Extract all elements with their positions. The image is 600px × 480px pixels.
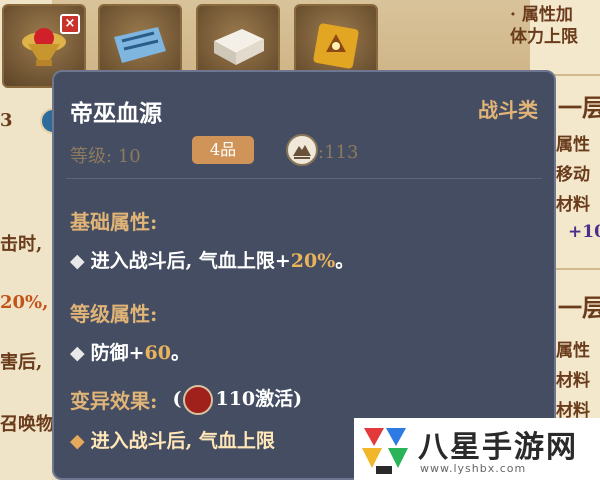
bg-left-text-1: 3 [0, 110, 13, 131]
diamond-bullet-icon: ◆ [70, 250, 85, 272]
mutation-line: ◆ 进入战斗后, 气血上限 [70, 426, 275, 453]
potential-value: :113 [318, 142, 359, 163]
basic-attribute-value: 20% [290, 250, 336, 272]
bg-left-text-2: 击时, [0, 234, 43, 255]
mutation-line-text: 进入战斗后, 气血上限 [90, 430, 275, 452]
basic-attribute-line: ◆ 进入战斗后, 气血上限+20%。 [70, 246, 354, 273]
item-name: 帝巫血源 [70, 100, 162, 127]
golden-tome-icon [313, 23, 359, 69]
diamond-bullet-icon: ◆ [70, 342, 85, 364]
level-attribute-end: 。 [171, 342, 191, 364]
mountain-icon [286, 134, 318, 166]
mutation-req-open: ( [172, 388, 182, 410]
watermark-url: www.lyshbx.com [420, 462, 527, 475]
blue-scroll-icon [114, 27, 166, 63]
item-category: 战斗类 [478, 98, 538, 122]
bg-left-text-4: 害后, [0, 352, 43, 373]
watermark-title: 八星手游网 [418, 430, 578, 465]
watermark-logo-icon [362, 428, 408, 474]
site-watermark: 八星手游网 www.lyshbx.com [354, 418, 600, 480]
bg-left-text-3: 20%, [0, 292, 49, 313]
mutation-title: 变异效果: [70, 389, 158, 413]
mutation-header: 变异效果: (110激活) [70, 384, 302, 415]
level-attributes-title: 等级属性: [70, 302, 158, 326]
basic-attributes-title: 基础属性: [70, 210, 158, 234]
flame-icon [183, 385, 214, 415]
tooltip-divider [66, 178, 542, 179]
mutation-req-text: 110激活) [215, 388, 303, 410]
bg-right-text-6: +10 [568, 222, 600, 242]
remove-item-button[interactable]: × [60, 14, 80, 34]
bg-left-text-5: 召唤物 [0, 414, 54, 435]
diamond-bullet-icon: ◆ [70, 430, 85, 452]
bg-right-text-4: 移动 [556, 165, 590, 185]
level-attribute-text: 防御+ [90, 342, 145, 364]
bg-right-text-3: 属性 [556, 135, 590, 155]
mutation-requirement: (110激活) [172, 384, 302, 415]
item-level: 等级: 10 [70, 146, 141, 167]
grade-badge: 4品 [192, 136, 254, 164]
bg-right-text-2: 体力上限 [510, 27, 578, 47]
basic-attribute-end: 。 [335, 250, 355, 272]
bg-right-text-5: 材料 [556, 195, 590, 215]
bg-right-text-7: 属性 [556, 341, 590, 361]
bg-right-heading-1: 一层 [558, 93, 600, 122]
level-attribute-value: 60 [144, 342, 171, 364]
level-attribute-line: ◆ 防御+60。 [70, 338, 190, 365]
bg-right-text-8: 材料 [556, 371, 590, 391]
basic-attribute-text: 进入战斗后, 气血上限+ [90, 250, 291, 272]
bg-right-heading-2: 一层 [558, 293, 600, 322]
white-box-icon [214, 29, 264, 65]
